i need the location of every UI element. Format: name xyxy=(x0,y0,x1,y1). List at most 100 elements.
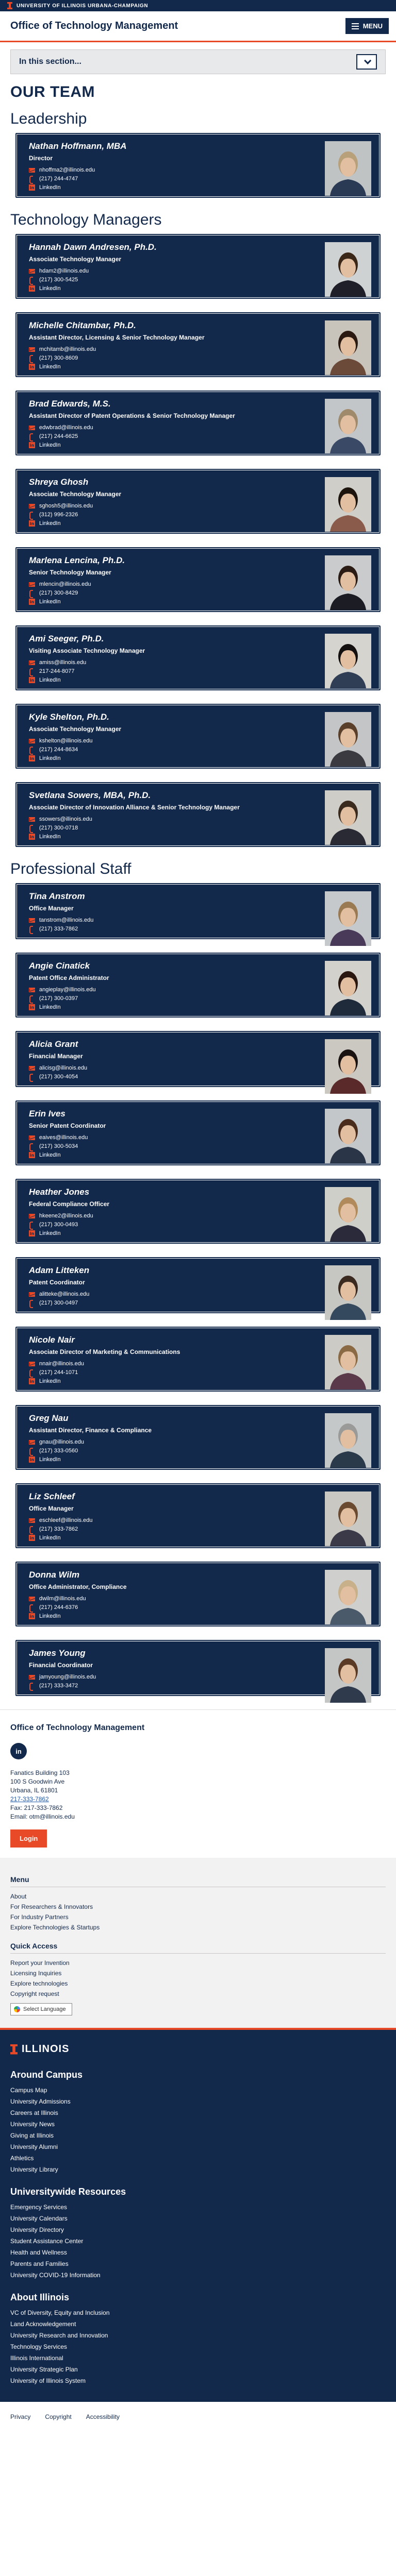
member-email-link[interactable]: nhoffma2@illinois.edu xyxy=(29,167,371,173)
member-name[interactable]: Shreya Ghosh xyxy=(29,477,307,487)
footer-email[interactable]: Email: otm@illinois.edu xyxy=(10,1812,386,1821)
member-email-link[interactable]: hkeene2@illinois.edu xyxy=(29,1213,371,1219)
member-phone-link[interactable]: (217) 333-3472 xyxy=(29,1683,371,1691)
section-nav-toggle[interactable]: In this section... xyxy=(10,49,386,74)
campus-link[interactable]: Technology Services xyxy=(10,2341,386,2352)
quick-access-link[interactable]: Explore technologies xyxy=(10,1978,386,1989)
quick-access-link[interactable]: Report your Invention xyxy=(10,1958,386,1968)
member-linkedin-link[interactable]: in LinkedIn xyxy=(29,599,371,605)
member-name[interactable]: Michelle Chitambar, Ph.D. xyxy=(29,320,307,331)
legal-link[interactable]: Copyright xyxy=(45,2413,71,2420)
campus-link[interactable]: University Library xyxy=(10,2164,386,2175)
member-phone-link[interactable]: (217) 244-8634 xyxy=(29,747,371,755)
member-phone-link[interactable]: (217) 300-4054 xyxy=(29,1074,371,1082)
campus-link[interactable]: University Strategic Plan xyxy=(10,2364,386,2375)
member-name[interactable]: Nicole Nair xyxy=(29,1335,307,1345)
login-button[interactable]: Login xyxy=(10,1829,47,1848)
member-email-link[interactable]: alicisg@illinois.edu xyxy=(29,1065,371,1071)
member-name[interactable]: Adam Litteken xyxy=(29,1265,307,1276)
campus-link[interactable]: Illinois International xyxy=(10,2352,386,2364)
member-name[interactable]: Donna Wilm xyxy=(29,1570,307,1580)
member-email-link[interactable]: kshelton@illinois.edu xyxy=(29,738,371,744)
member-phone-link[interactable]: (312) 996-2326 xyxy=(29,512,371,520)
footer-menu-link[interactable]: For Researchers & Innovators xyxy=(10,1902,386,1912)
campus-link[interactable]: VC of Diversity, Equity and Inclusion xyxy=(10,2307,386,2318)
member-phone-link[interactable]: (217) 300-0497 xyxy=(29,1300,371,1308)
campus-link[interactable]: Emergency Services xyxy=(10,2201,386,2213)
member-name[interactable]: Alicia Grant xyxy=(29,1039,307,1049)
member-phone-link[interactable]: (217) 300-8429 xyxy=(29,590,371,598)
member-email-link[interactable]: gnau@illinois.edu xyxy=(29,1439,371,1445)
member-phone-link[interactable]: (217) 244-1071 xyxy=(29,1369,371,1378)
member-phone-link[interactable]: (217) 300-5425 xyxy=(29,277,371,285)
member-phone-link[interactable]: (217) 333-7862 xyxy=(29,1526,371,1534)
brand-text[interactable]: UNIVERSITY OF ILLINOIS URBANA-CHAMPAIGN xyxy=(16,3,148,9)
member-phone-link[interactable]: (217) 333-0560 xyxy=(29,1448,371,1456)
member-linkedin-link[interactable]: in LinkedIn xyxy=(29,677,371,683)
quick-access-link[interactable]: Copyright request xyxy=(10,1989,386,1999)
campus-link[interactable]: University of Illinois System xyxy=(10,2375,386,2386)
member-name[interactable]: Angie Cinatick xyxy=(29,961,307,971)
member-name[interactable]: Hannah Dawn Andresen, Ph.D. xyxy=(29,242,307,252)
member-phone-link[interactable]: (217) 300-0397 xyxy=(29,995,371,1004)
member-linkedin-link[interactable]: in LinkedIn xyxy=(29,834,371,840)
footer-phone-link[interactable]: 217-333-7862 xyxy=(10,1795,386,1804)
member-linkedin-link[interactable]: in LinkedIn xyxy=(29,755,371,761)
campus-link[interactable]: University Admissions xyxy=(10,2096,386,2107)
campus-link[interactable]: Parents and Families xyxy=(10,2258,386,2269)
member-name[interactable]: Brad Edwards, M.S. xyxy=(29,399,307,409)
member-linkedin-link[interactable]: in LinkedIn xyxy=(29,1152,371,1158)
member-email-link[interactable]: nnair@illinois.edu xyxy=(29,1361,371,1367)
campus-link[interactable]: Health and Wellness xyxy=(10,2247,386,2258)
member-linkedin-link[interactable]: in LinkedIn xyxy=(29,1613,371,1619)
member-email-link[interactable]: hdam2@illinois.edu xyxy=(29,268,371,274)
member-phone-link[interactable]: 217-244-8077 xyxy=(29,668,371,676)
legal-link[interactable]: Accessibility xyxy=(86,2413,120,2420)
member-name[interactable]: Erin Ives xyxy=(29,1109,307,1119)
member-email-link[interactable]: jamyoung@illinois.edu xyxy=(29,1674,371,1680)
member-phone-link[interactable]: (217) 244-6376 xyxy=(29,1604,371,1613)
campus-link[interactable]: Land Acknowledgement xyxy=(10,2318,386,2330)
campus-link[interactable]: University COVID-19 Information xyxy=(10,2269,386,2281)
member-linkedin-link[interactable]: in LinkedIn xyxy=(29,1230,371,1236)
member-email-link[interactable]: dwilm@illinois.edu xyxy=(29,1596,371,1602)
legal-link[interactable]: Privacy xyxy=(10,2413,30,2420)
campus-link[interactable]: University Directory xyxy=(10,2224,386,2235)
member-name[interactable]: Liz Schleef xyxy=(29,1492,307,1502)
member-email-link[interactable]: eaives@illinois.edu xyxy=(29,1134,371,1141)
member-linkedin-link[interactable]: in LinkedIn xyxy=(29,1378,371,1384)
member-name[interactable]: Ami Seeger, Ph.D. xyxy=(29,634,307,644)
campus-link[interactable]: Giving at Illinois xyxy=(10,2130,386,2141)
member-email-link[interactable]: edwbrad@illinois.edu xyxy=(29,425,371,431)
member-email-link[interactable]: sghosh5@illinois.edu xyxy=(29,503,371,509)
member-phone-link[interactable]: (217) 300-0718 xyxy=(29,825,371,833)
campus-link[interactable]: Athletics xyxy=(10,2153,386,2164)
member-linkedin-link[interactable]: in LinkedIn xyxy=(29,1456,371,1463)
member-phone-link[interactable]: (217) 300-0493 xyxy=(29,1222,371,1230)
campus-link[interactable]: University News xyxy=(10,2119,386,2130)
member-email-link[interactable]: alitteke@illinois.edu xyxy=(29,1291,371,1297)
campus-link[interactable]: Campus Map xyxy=(10,2084,386,2096)
linkedin-icon[interactable]: in xyxy=(10,1743,27,1759)
member-email-link[interactable]: mchitamb@illinois.edu xyxy=(29,346,371,352)
member-linkedin-link[interactable]: in LinkedIn xyxy=(29,184,371,191)
member-name[interactable]: Marlena Lencina, Ph.D. xyxy=(29,555,307,566)
site-title[interactable]: Office of Technology Management xyxy=(10,20,178,32)
member-name[interactable]: Heather Jones xyxy=(29,1187,307,1197)
member-linkedin-link[interactable]: in LinkedIn xyxy=(29,364,371,370)
campus-link[interactable]: University Research and Innovation xyxy=(10,2330,386,2341)
member-phone-link[interactable]: (217) 300-5034 xyxy=(29,1143,371,1151)
member-linkedin-link[interactable]: in LinkedIn xyxy=(29,520,371,527)
footer-menu-link[interactable]: About xyxy=(10,1891,386,1902)
menu-button[interactable]: MENU xyxy=(345,18,389,34)
member-name[interactable]: Kyle Shelton, Ph.D. xyxy=(29,712,307,722)
campus-link[interactable]: Careers at Illinois xyxy=(10,2107,386,2119)
member-linkedin-link[interactable]: in LinkedIn xyxy=(29,1004,371,1010)
member-linkedin-link[interactable]: in LinkedIn xyxy=(29,442,371,448)
campus-link[interactable]: University Calendars xyxy=(10,2213,386,2224)
member-phone-link[interactable]: (217) 244-4747 xyxy=(29,176,371,184)
member-email-link[interactable]: tanstrom@illinois.edu xyxy=(29,917,371,923)
member-name[interactable]: Svetlana Sowers, MBA, Ph.D. xyxy=(29,790,307,801)
language-select[interactable]: Select Language xyxy=(10,2003,72,2015)
member-email-link[interactable]: angieplay@illinois.edu xyxy=(29,987,371,993)
